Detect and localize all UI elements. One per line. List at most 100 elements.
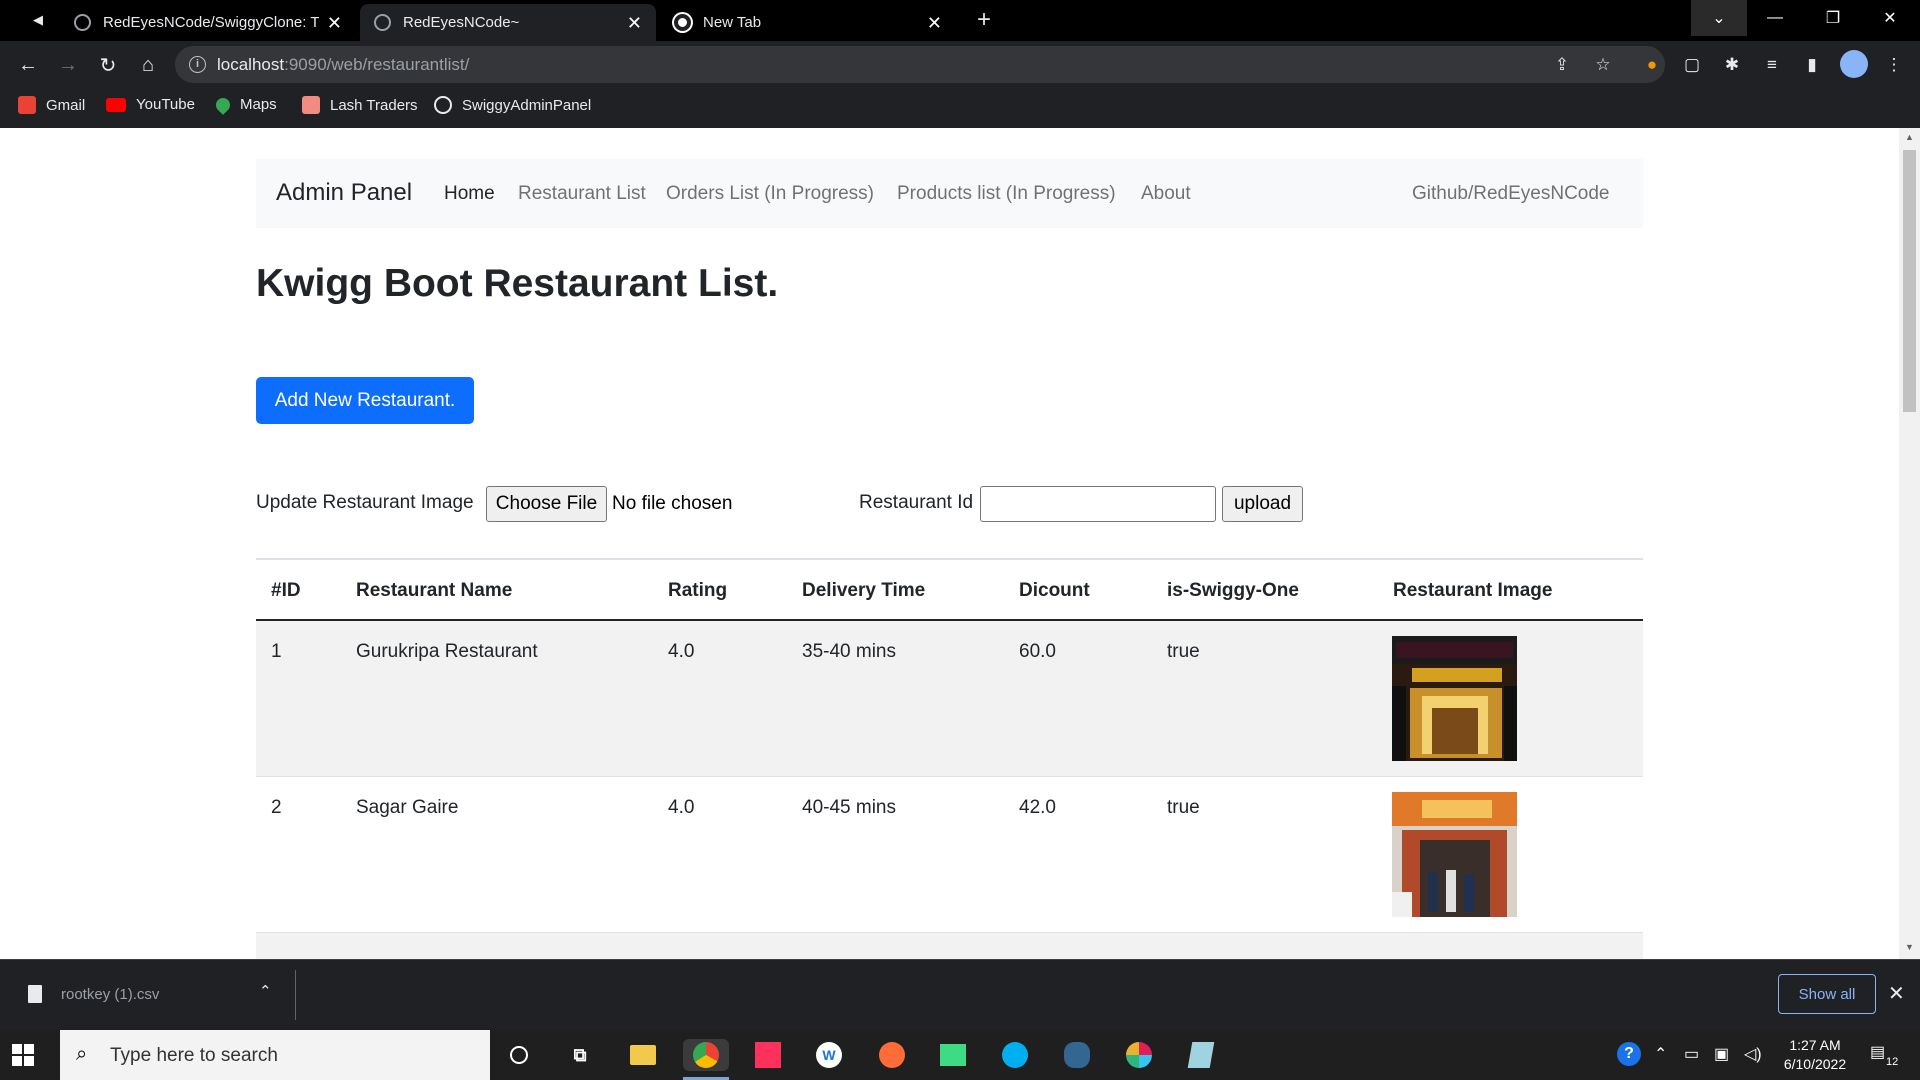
chevron-up-icon[interactable]: ⌃ xyxy=(259,982,272,1000)
star-icon[interactable]: ☆ xyxy=(1592,54,1614,76)
site-info-icon[interactable]: i xyxy=(189,56,206,73)
battery-icon[interactable]: ▭ xyxy=(1684,1044,1699,1064)
cortana-icon[interactable] xyxy=(503,1039,535,1071)
col-header-id: #ID xyxy=(271,580,301,601)
nav-link-about[interactable]: About xyxy=(1141,183,1191,205)
restaurant-id-input[interactable] xyxy=(980,486,1216,522)
back-icon[interactable]: ← xyxy=(12,49,44,81)
tab-restaurantlist[interactable]: RedEyesNCode~ ✕ xyxy=(360,4,656,41)
slack-icon[interactable] xyxy=(1123,1039,1155,1071)
profile-avatar-icon[interactable] xyxy=(1840,50,1868,78)
choose-file-button[interactable]: Choose File xyxy=(486,486,607,522)
media-queue-icon[interactable]: ≡ xyxy=(1761,54,1783,76)
add-restaurant-button[interactable]: Add New Restaurant. xyxy=(256,377,474,424)
notification-count: 12 xyxy=(1886,1056,1899,1068)
share-icon[interactable]: ⇪ xyxy=(1551,54,1573,76)
scrollbar-thumb[interactable] xyxy=(1903,150,1916,412)
bookmark-lash-traders[interactable]: Lash Traders xyxy=(302,96,418,114)
task-view-icon[interactable]: ⧉ xyxy=(564,1039,596,1071)
windows-start-icon[interactable] xyxy=(12,1044,34,1066)
col-header-delivery: Delivery Time xyxy=(802,580,926,601)
tab-title: RedEyesNCode/SwiggyClone: Th xyxy=(103,14,319,31)
page-scrollbar[interactable]: ▲ ▼ xyxy=(1899,128,1920,959)
network-icon[interactable]: ▣ xyxy=(1714,1044,1729,1064)
notifications-icon[interactable]: ▤ xyxy=(1870,1042,1885,1062)
app-w-icon[interactable]: W xyxy=(813,1039,845,1071)
forward-icon[interactable]: → xyxy=(52,49,84,81)
close-icon[interactable]: ✕ xyxy=(927,14,942,32)
bookmark-swiggyadminpanel[interactable]: SwiggyAdminPanel xyxy=(434,96,591,114)
scroll-down-icon[interactable]: ▼ xyxy=(1905,942,1914,952)
maps-pin-icon xyxy=(213,94,233,115)
extension-orange-icon[interactable]: ● xyxy=(1641,54,1663,76)
nav-link-github[interactable]: Github/RedEyesNCode xyxy=(1412,183,1610,205)
bookmark-maps[interactable]: Maps xyxy=(213,94,277,115)
notepad-icon[interactable] xyxy=(1185,1039,1217,1071)
window-close-icon[interactable]: ✕ xyxy=(1862,0,1918,36)
minimize-icon[interactable]: — xyxy=(1747,0,1803,36)
chevron-up-icon[interactable]: ⌃ xyxy=(1654,1044,1667,1064)
skype-icon[interactable] xyxy=(999,1039,1031,1071)
bookmarks-bar: Gmail YouTube Maps Lash Traders SwiggyAd… xyxy=(0,88,1920,128)
tab-github[interactable]: RedEyesNCode/SwiggyClone: Th ✕ xyxy=(60,4,356,41)
close-icon[interactable]: ✕ xyxy=(327,14,342,32)
tab-audio-icon[interactable]: ◀ xyxy=(22,4,54,36)
restaurant-image xyxy=(1392,636,1517,761)
extension-glasses-icon[interactable]: ▢ xyxy=(1681,54,1703,76)
download-filename[interactable]: rootkey (1).csv xyxy=(61,986,159,1003)
nav-link-home[interactable]: Home xyxy=(444,183,495,205)
nav-link-products-list[interactable]: Products list (In Progress) xyxy=(897,183,1116,205)
url-text: localhost:9090/web/restaurantlist/ xyxy=(217,55,470,74)
restaurant-table: #ID Restaurant Name Rating Delivery Time… xyxy=(256,558,1643,959)
restaurant-id-label: Restaurant Id xyxy=(859,492,974,513)
intellij-icon[interactable] xyxy=(752,1039,784,1071)
taskbar: ⌕ Type here to search ⧉ W ? ⌃ ▭ ▣ ◁) 1:2… xyxy=(0,1030,1920,1080)
tab-new-tab[interactable]: New Tab ✕ xyxy=(660,4,956,41)
close-icon[interactable]: ✕ xyxy=(627,14,642,32)
postman-icon[interactable] xyxy=(876,1039,908,1071)
col-header-name: Restaurant Name xyxy=(356,580,513,601)
lash-traders-icon xyxy=(302,96,320,114)
file-explorer-icon[interactable] xyxy=(627,1039,659,1071)
cell-rating: 4.0 xyxy=(668,797,695,818)
divider xyxy=(295,970,296,1020)
tab-title: RedEyesNCode~ xyxy=(403,14,520,31)
navbar-brand[interactable]: Admin Panel xyxy=(276,179,412,207)
new-tab-icon[interactable]: + xyxy=(968,4,1000,36)
restaurant-photo-icon xyxy=(1392,636,1517,761)
cell-rating: 4.0 xyxy=(668,641,695,662)
youtube-icon xyxy=(106,97,126,112)
tab-search-icon[interactable]: ⌄ xyxy=(1691,0,1747,36)
nav-link-orders-list[interactable]: Orders List (In Progress) xyxy=(666,183,874,205)
volume-icon[interactable]: ◁) xyxy=(1744,1044,1762,1064)
chrome-taskbar-icon[interactable] xyxy=(683,1039,729,1071)
globe-icon xyxy=(434,96,452,114)
taskbar-search[interactable]: ⌕ Type here to search xyxy=(60,1030,490,1080)
reload-icon[interactable]: ↻ xyxy=(92,49,124,81)
table-header: #ID Restaurant Name Rating Delivery Time… xyxy=(256,558,1643,621)
bookmark-youtube[interactable]: YouTube xyxy=(106,96,195,113)
nav-link-restaurant-list[interactable]: Restaurant List xyxy=(518,183,646,205)
android-studio-icon[interactable] xyxy=(937,1039,969,1071)
show-all-button[interactable]: Show all xyxy=(1778,974,1876,1014)
bookmark-gmail[interactable]: Gmail xyxy=(18,96,85,114)
browser-toolbar: ← → ↻ ⌂ i localhost:9090/web/restaurantl… xyxy=(0,41,1920,88)
menu-icon[interactable]: ⋮ xyxy=(1883,54,1905,76)
help-icon[interactable]: ? xyxy=(1617,1042,1641,1066)
restore-icon[interactable]: ❐ xyxy=(1805,0,1861,36)
home-icon[interactable]: ⌂ xyxy=(132,49,164,81)
clock-time: 1:27 AM xyxy=(1789,1037,1841,1053)
cell-delivery: 35-40 mins xyxy=(802,641,896,662)
postgresql-icon[interactable] xyxy=(1061,1039,1093,1071)
github-icon xyxy=(74,14,91,31)
scroll-up-icon[interactable]: ▲ xyxy=(1905,132,1914,142)
chrome-icon xyxy=(674,14,691,31)
upload-button[interactable]: upload xyxy=(1222,486,1303,522)
extensions-puzzle-icon[interactable]: ✱ xyxy=(1721,54,1743,76)
clock[interactable]: 1:27 AM 6/10/2022 xyxy=(1770,1036,1860,1074)
address-bar[interactable]: i localhost:9090/web/restaurantlist/ ⇪ ☆ xyxy=(175,46,1665,83)
side-panel-icon[interactable]: ▮ xyxy=(1801,54,1823,76)
close-icon[interactable]: ✕ xyxy=(1888,981,1905,1006)
cell-delivery: 40-45 mins xyxy=(802,797,896,818)
download-shelf: rootkey (1).csv ⌃ Show all ✕ xyxy=(0,959,1920,1030)
